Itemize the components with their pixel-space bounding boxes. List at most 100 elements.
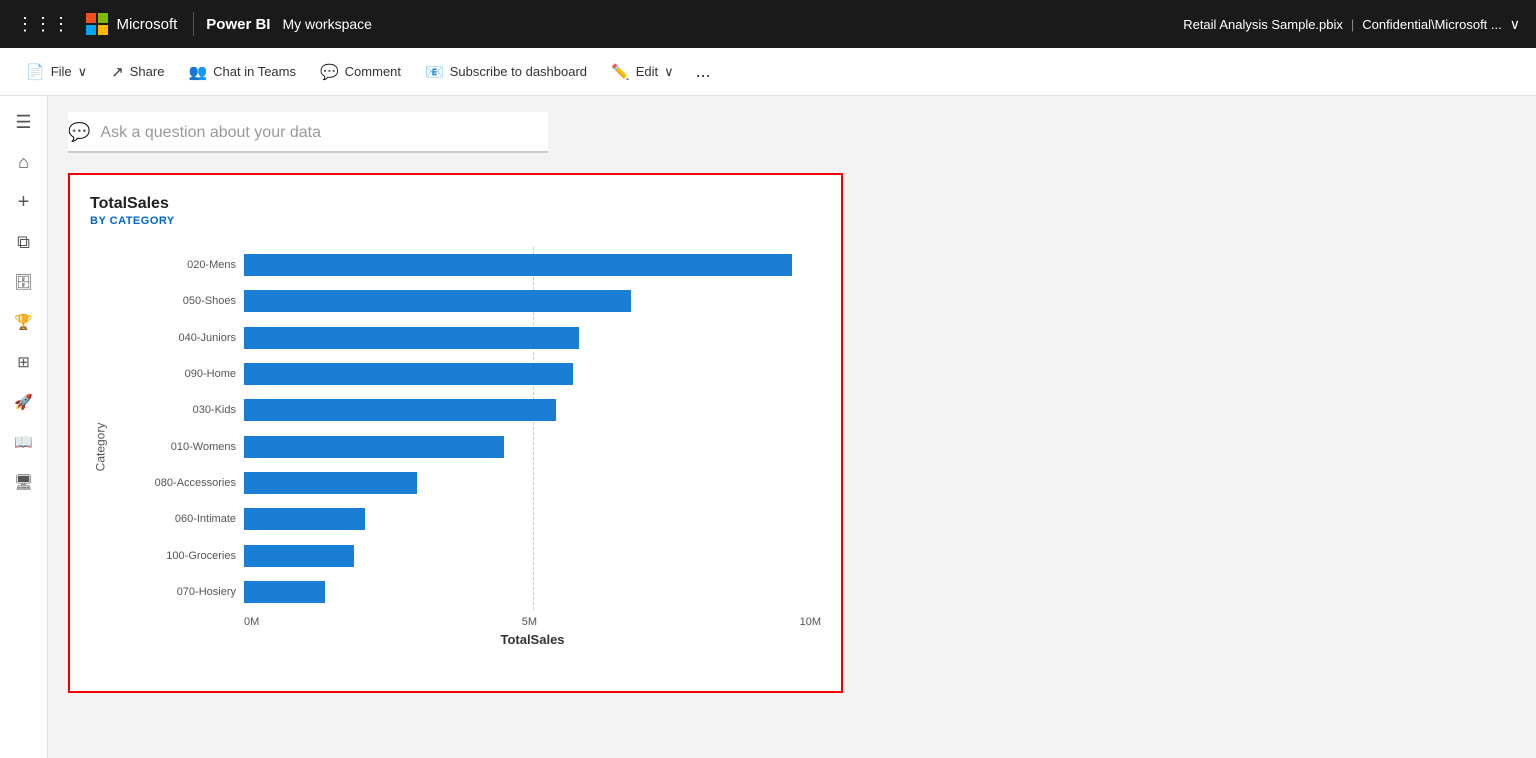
edit-icon: ✏️ [611, 63, 630, 81]
bar-track [244, 436, 821, 458]
bar-row: 030-Kids [114, 395, 821, 425]
content-area: 💬 Ask a question about your data TotalSa… [48, 96, 1536, 758]
bar-track [244, 545, 821, 567]
sidebar-item-goals[interactable]: 🏆 [6, 304, 42, 340]
bar-fill[interactable] [244, 508, 365, 530]
subscribe-icon: 📧 [425, 63, 444, 81]
bar-track [244, 581, 821, 603]
confidential-label: Confidential\Microsoft ... [1362, 17, 1501, 32]
bar-fill[interactable] [244, 436, 504, 458]
bar-label: 050-Shoes [114, 295, 244, 307]
bar-fill[interactable] [244, 581, 325, 603]
dropdown-chevron-button[interactable]: ∨ [1510, 16, 1520, 33]
bar-label: 020-Mens [114, 259, 244, 271]
x-tick: 10M [800, 616, 821, 628]
edit-label: Edit [636, 64, 658, 79]
bar-row: 090-Home [114, 359, 821, 389]
edit-chevron-icon: ∨ [664, 64, 674, 80]
bar-row: 020-Mens [114, 250, 821, 280]
sidebar-item-workspace[interactable]: 📖 [6, 424, 42, 460]
bar-label: 070-Hosiery [114, 586, 244, 598]
comment-button[interactable]: 💬 Comment [310, 57, 411, 87]
chart-card: TotalSales BY CATEGORY Category 020-Mens… [68, 173, 843, 693]
bar-track [244, 399, 821, 421]
bar-label: 030-Kids [114, 404, 244, 416]
bar-row: 070-Hosiery [114, 577, 821, 607]
bar-track [244, 472, 821, 494]
bar-fill[interactable] [244, 363, 573, 385]
bar-chart: Category 020-Mens 050-Shoes 040-Juniors 090… [90, 247, 821, 647]
bar-fill[interactable] [244, 399, 556, 421]
ask-icon: 💬 [68, 122, 90, 143]
sidebar-item-apps[interactable]: ⊞ [6, 344, 42, 380]
ask-placeholder: Ask a question about your data [100, 124, 321, 142]
bar-row: 010-Womens [114, 432, 821, 462]
subscribe-button[interactable]: 📧 Subscribe to dashboard [415, 57, 597, 87]
chart-subtitle: BY CATEGORY [90, 215, 821, 227]
file-title: Retail Analysis Sample.pbix [1183, 17, 1343, 32]
top-bar: ⋮⋮⋮ Microsoft Power BI My workspace Reta… [0, 0, 1536, 48]
bar-track [244, 508, 821, 530]
ask-question-bar[interactable]: 💬 Ask a question about your data [68, 112, 548, 153]
bar-fill[interactable] [244, 254, 792, 276]
bar-row: 060-Intimate [114, 504, 821, 534]
bar-fill[interactable] [244, 472, 417, 494]
comment-label: Comment [345, 64, 401, 79]
sidebar-item-create[interactable]: + [6, 184, 42, 220]
bars-area: 020-Mens 050-Shoes 040-Juniors 090-Home 030-… [114, 247, 821, 610]
chart-title: TotalSales [90, 195, 821, 213]
microsoft-label: Microsoft [116, 16, 177, 33]
sidebar-item-browse[interactable]: ⧉ [6, 224, 42, 260]
bar-track [244, 254, 821, 276]
file-button[interactable]: 📄 File ∨ [16, 57, 97, 87]
bar-row: 100-Groceries [114, 541, 821, 571]
workspace-label: My workspace [282, 16, 371, 32]
sidebar: ☰ ⌂ + ⧉ 🗄 🏆 ⊞ 🚀 📖 🖥 [0, 96, 48, 758]
bar-row: 040-Juniors [114, 323, 821, 353]
comment-icon: 💬 [320, 63, 339, 81]
y-axis-label: Category [93, 423, 107, 472]
share-label: Share [130, 64, 165, 79]
sidebar-item-hamburger[interactable]: ☰ [6, 104, 42, 140]
bar-row: 050-Shoes [114, 286, 821, 316]
file-chevron-icon: ∨ [78, 64, 88, 80]
bar-label: 040-Juniors [114, 332, 244, 344]
edit-button[interactable]: ✏️ Edit ∨ [601, 57, 684, 87]
sidebar-item-data[interactable]: 🗄 [6, 264, 42, 300]
bar-track [244, 363, 821, 385]
x-axis-label: TotalSales [244, 628, 821, 647]
divider [193, 12, 194, 36]
bar-label: 010-Womens [114, 441, 244, 453]
chat-in-teams-button[interactable]: 👥 Chat in Teams [178, 57, 306, 87]
chat-label: Chat in Teams [213, 64, 296, 79]
sidebar-item-home[interactable]: ⌂ [6, 144, 42, 180]
bar-track [244, 327, 821, 349]
sidebar-item-workspaces[interactable]: 🖥 [6, 464, 42, 500]
x-tick: 5M [522, 616, 537, 628]
share-button[interactable]: ↗ Share [101, 57, 174, 87]
bar-label: 080-Accessories [114, 477, 244, 489]
y-axis-label-container: Category [90, 247, 110, 647]
file-icon: 📄 [26, 63, 45, 81]
bar-label: 060-Intimate [114, 513, 244, 525]
more-options-button[interactable]: ... [688, 57, 719, 86]
sidebar-item-learn[interactable]: 🚀 [6, 384, 42, 420]
file-separator: | [1351, 17, 1354, 32]
bar-label: 090-Home [114, 368, 244, 380]
apps-icon[interactable]: ⋮⋮⋮ [16, 14, 70, 35]
bar-label: 100-Groceries [114, 550, 244, 562]
teams-icon: 👥 [188, 63, 207, 81]
top-bar-right: Retail Analysis Sample.pbix | Confidenti… [1183, 16, 1520, 33]
x-axis: 0M5M10M [244, 610, 821, 628]
bar-fill[interactable] [244, 290, 631, 312]
microsoft-logo: Microsoft [86, 13, 177, 35]
bar-row: 080-Accessories [114, 468, 821, 498]
chart-inner: 020-Mens 050-Shoes 040-Juniors 090-Home 030-… [114, 247, 821, 647]
powerbi-label: Power BI [206, 16, 270, 33]
bar-fill[interactable] [244, 327, 579, 349]
toolbar: 📄 File ∨ ↗ Share 👥 Chat in Teams 💬 Comme… [0, 48, 1536, 96]
bar-fill[interactable] [244, 545, 354, 567]
bar-track [244, 290, 821, 312]
file-label: File [51, 64, 72, 79]
share-icon: ↗ [111, 63, 124, 81]
